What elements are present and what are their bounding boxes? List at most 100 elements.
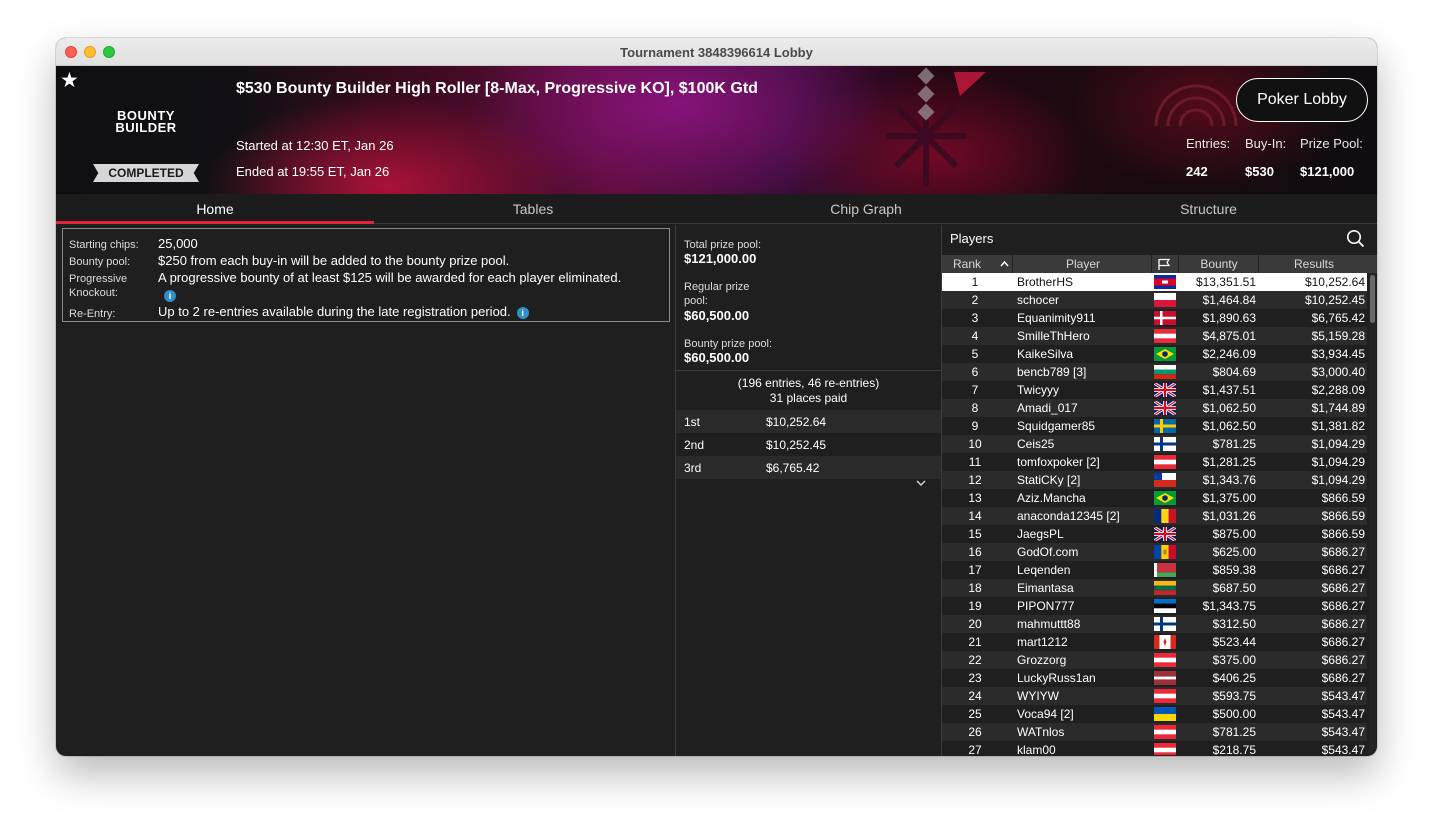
player-bounty: $2,246.09 [1202, 347, 1256, 361]
expand-payouts-chevron-down-icon[interactable] [916, 478, 926, 488]
austria-flag-icon [1154, 689, 1176, 703]
country-flag-column-icon[interactable] [1157, 258, 1171, 271]
player-row[interactable]: 5 KaikeSilva $2,246.09 $3,934.45 [942, 345, 1367, 363]
ukraine-flag-icon [1154, 707, 1176, 721]
player-row[interactable]: 1 BrotherHS $13,351.51 $10,252.64 [942, 273, 1367, 291]
bounty-column-header[interactable]: Bounty [1179, 257, 1259, 271]
player-bounty: $1,281.25 [1202, 455, 1256, 469]
player-row[interactable]: 17 Leqenden $859.38 $686.27 [942, 561, 1367, 579]
player-bounty: $500.00 [1212, 707, 1256, 721]
player-bounty: $781.25 [1212, 437, 1256, 451]
uk-flag-icon [1154, 383, 1176, 397]
player-row[interactable]: 23 LuckyRuss1an $406.25 $686.27 [942, 669, 1367, 687]
player-row[interactable]: 26 WATnlos $781.25 $543.47 [942, 723, 1367, 741]
player-row[interactable]: 15 JaegsPL $875.00 $866.59 [942, 525, 1367, 543]
bounty-prize-value: $60,500.00 [684, 350, 750, 365]
end-time: Ended at 19:55 ET, Jan 26 [236, 164, 390, 179]
player-bounty: $406.25 [1212, 671, 1256, 685]
player-row[interactable]: 3 Equanimity911 $1,890.63 $6,765.42 [942, 309, 1367, 327]
player-name: Amadi_017 [1017, 401, 1078, 415]
player-rank: 24 [968, 689, 982, 703]
canada-flag-icon [1154, 635, 1176, 649]
player-row[interactable]: 6 bencb789 [3] $804.69 $3,000.40 [942, 363, 1367, 381]
player-name: LuckyRuss1an [1017, 671, 1096, 685]
player-row[interactable]: 11 tomfoxpoker [2] $1,281.25 $1,094.29 [942, 453, 1367, 471]
players-panel: Players Rank Player Bounty Results 1 Brot… [942, 225, 1377, 756]
poker-lobby-button[interactable]: Poker Lobby [1236, 78, 1368, 122]
player-row[interactable]: 8 Amadi_017 $1,062.50 $1,744.89 [942, 399, 1367, 417]
player-row[interactable]: 14 anaconda12345 [2] $1,031.26 $866.59 [942, 507, 1367, 525]
players-scrollbar-thumb[interactable] [1370, 275, 1375, 323]
regular-prize-value: $60,500.00 [684, 308, 750, 323]
player-rank: 7 [971, 383, 979, 397]
player-row[interactable]: 7 Twicyyy $1,437.51 $2,288.09 [942, 381, 1367, 399]
player-result: $5,159.28 [1311, 329, 1365, 343]
players-table-body: 1 BrotherHS $13,351.51 $10,252.64 2 schocer $1… [942, 273, 1367, 755]
tab-tables[interactable]: Tables [374, 194, 692, 224]
player-name: Eimantasa [1017, 581, 1074, 595]
player-row[interactable]: 13 Aziz.Mancha $1,375.00 $866.59 [942, 489, 1367, 507]
player-result: $686.27 [1321, 653, 1365, 667]
player-name: anaconda12345 [2] [1017, 509, 1120, 523]
start-time: Started at 12:30 ET, Jan 26 [236, 138, 394, 153]
player-row[interactable]: 19 PIPON777 $1,343.75 $686.27 [942, 597, 1367, 615]
status-badge: COMPLETED [93, 164, 199, 182]
player-row[interactable]: 12 StatiCKy [2] $1,343.76 $1,094.29 [942, 471, 1367, 489]
player-row[interactable]: 25 Voca94 [2] $500.00 $543.47 [942, 705, 1367, 723]
results-column-header[interactable]: Results [1259, 257, 1369, 271]
player-bounty: $1,343.76 [1202, 473, 1256, 487]
player-bounty: $1,464.84 [1202, 293, 1256, 307]
player-rank: 8 [971, 401, 979, 415]
tournament-title: $530 Bounty Builder High Roller [8-Max, … [236, 80, 758, 97]
player-bounty: $13,351.51 [1195, 275, 1256, 289]
lithuania-flag-icon [1154, 581, 1176, 595]
player-name: PIPON777 [1017, 599, 1075, 613]
finland-flag-icon [1154, 437, 1176, 451]
chile-flag-icon [1154, 473, 1176, 487]
player-name: WYIYW [1017, 689, 1059, 703]
prize-separator [676, 370, 941, 371]
player-row[interactable]: 4 SmilleThHero $4,875.01 $5,159.28 [942, 327, 1367, 345]
player-result: $1,381.82 [1311, 419, 1365, 433]
player-rank: 13 [968, 491, 982, 505]
player-row[interactable]: 21 mart1212 $523.44 $686.27 [942, 633, 1367, 651]
sort-ascending-chevron-up-icon[interactable] [1000, 260, 1009, 267]
tab-structure[interactable]: Structure [1051, 194, 1366, 224]
player-bounty: $1,031.26 [1202, 509, 1256, 523]
tab-home[interactable]: Home [56, 194, 374, 224]
window-title: Tournament 3848396614 Lobby [620, 45, 813, 60]
player-row[interactable]: 9 Squidgamer85 $1,062.50 $1,381.82 [942, 417, 1367, 435]
player-row[interactable]: 18 Eimantasa $687.50 $686.27 [942, 579, 1367, 597]
player-row[interactable]: 22 Grozzorg $375.00 $686.27 [942, 651, 1367, 669]
rank-column-header[interactable]: Rank [942, 257, 992, 271]
player-bounty: $218.75 [1212, 743, 1256, 755]
player-row[interactable]: 20 mahmuttt88 $312.50 $686.27 [942, 615, 1367, 633]
player-rank: 27 [968, 743, 982, 755]
player-bounty: $625.00 [1212, 545, 1256, 559]
pko-info-icon[interactable]: i [164, 289, 176, 302]
player-result: $1,094.29 [1311, 473, 1365, 487]
player-bounty: $781.25 [1212, 725, 1256, 739]
reentry-info-icon[interactable]: i [516, 306, 529, 319]
player-rank: 10 [968, 437, 982, 451]
tab-chip-graph[interactable]: Chip Graph [706, 194, 1026, 224]
player-row[interactable]: 16 GodOf.com $625.00 $686.27 [942, 543, 1367, 561]
player-row[interactable]: 27 klam00 $218.75 $543.47 [942, 741, 1367, 755]
player-row[interactable]: 10 Ceis25 $781.25 $1,094.29 [942, 435, 1367, 453]
player-name: Voca94 [2] [1017, 707, 1074, 721]
player-name: mart1212 [1017, 635, 1068, 649]
player-bounty: $687.50 [1212, 581, 1256, 595]
prize-pool-value: $121,000 [1300, 164, 1355, 179]
player-rank: 22 [968, 653, 982, 667]
player-result: $686.27 [1321, 563, 1365, 577]
favorite-star-icon[interactable]: ★ [60, 68, 79, 93]
player-bounty: $875.00 [1212, 527, 1256, 541]
player-rank: 16 [968, 545, 982, 559]
player-row[interactable]: 24 WYIYW $593.75 $543.47 [942, 687, 1367, 705]
players-scrollbar[interactable] [1369, 273, 1376, 755]
pko-text: A progressive bounty of at least $125 wi… [158, 270, 622, 285]
search-icon[interactable] [1346, 229, 1365, 248]
player-column-header[interactable]: Player [1013, 257, 1153, 271]
banner-tribal-decoration [1154, 84, 1238, 127]
player-row[interactable]: 2 schocer $1,464.84 $10,252.45 [942, 291, 1367, 309]
